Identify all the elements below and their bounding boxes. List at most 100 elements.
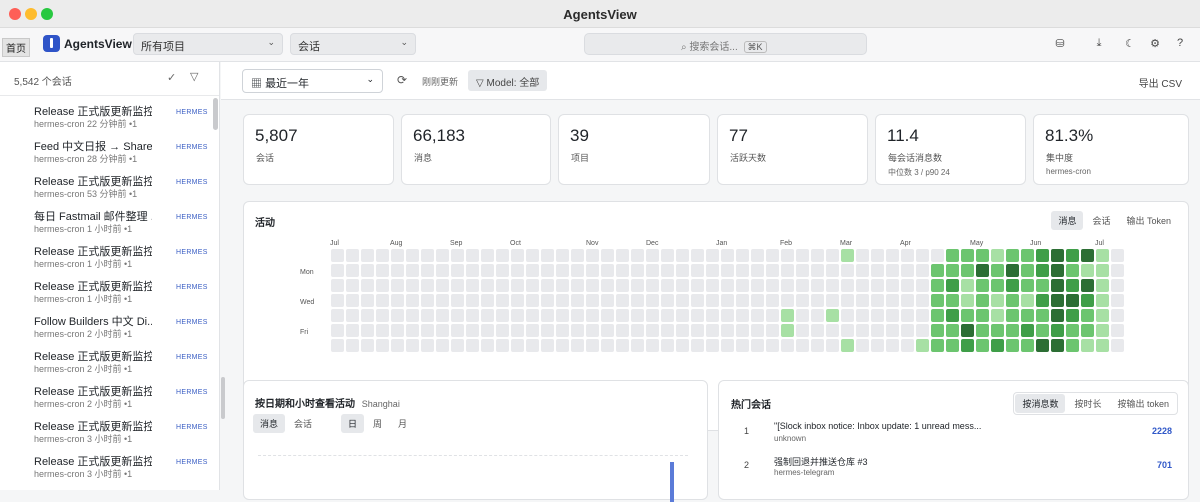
heatmap-cell[interactable] xyxy=(661,324,674,337)
heatmap-cell[interactable] xyxy=(661,264,674,277)
heatmap-cell[interactable] xyxy=(451,339,464,352)
heatmap-cell[interactable] xyxy=(841,324,854,337)
heatmap-cell[interactable] xyxy=(901,264,914,277)
heatmap-cell[interactable] xyxy=(691,279,704,292)
heatmap-cell[interactable] xyxy=(361,339,374,352)
heatmap-cell[interactable] xyxy=(421,324,434,337)
heatmap-cell[interactable] xyxy=(346,339,359,352)
heatmap-cell[interactable] xyxy=(1051,294,1064,307)
heatmap-cell[interactable] xyxy=(1081,279,1094,292)
heatmap-cell[interactable] xyxy=(781,279,794,292)
heatmap-cell[interactable] xyxy=(901,309,914,322)
heatmap-cell[interactable] xyxy=(541,339,554,352)
heatmap-cell[interactable] xyxy=(886,324,899,337)
heatmap-cell[interactable] xyxy=(571,279,584,292)
heatmap-cell[interactable] xyxy=(916,339,929,352)
heatmap-cell[interactable] xyxy=(391,309,404,322)
heatmap-cell[interactable] xyxy=(721,249,734,262)
filter-icon[interactable]: ▽ xyxy=(190,70,198,83)
heatmap-cell[interactable] xyxy=(376,324,389,337)
heatmap-cell[interactable] xyxy=(526,249,539,262)
heatmap-cell[interactable] xyxy=(1096,309,1109,322)
session-list-item[interactable]: Release 正式版更新监控... hermes-cron 2 小时前 •1 HE… xyxy=(0,341,219,376)
heatmap-cell[interactable] xyxy=(736,339,749,352)
heatmap-cell[interactable] xyxy=(1021,339,1034,352)
heatmap-cell[interactable] xyxy=(481,339,494,352)
heatmap-cell[interactable] xyxy=(1111,339,1124,352)
sidebar-scrollbar[interactable] xyxy=(213,98,218,130)
heatmap-cell[interactable] xyxy=(841,264,854,277)
heatmap-cell[interactable] xyxy=(451,249,464,262)
heatmap-cell[interactable] xyxy=(586,324,599,337)
heatmap-cell[interactable] xyxy=(946,309,959,322)
heatmap-cell[interactable] xyxy=(691,264,704,277)
heatmap-cell[interactable] xyxy=(1066,264,1079,277)
heatmap-cell[interactable] xyxy=(691,324,704,337)
session-list-item[interactable]: Release 正式版更新监控... hermes-cron 1 小时前 •1 HE… xyxy=(0,236,219,271)
heatmap-cell[interactable] xyxy=(1111,279,1124,292)
heatmap-cell[interactable] xyxy=(616,264,629,277)
heatmap-cell[interactable] xyxy=(601,279,614,292)
heatmap-cell[interactable] xyxy=(706,324,719,337)
heatmap-cell[interactable] xyxy=(421,264,434,277)
heatmap-cell[interactable] xyxy=(976,309,989,322)
heatmap-cell[interactable] xyxy=(466,279,479,292)
heatmap-cell[interactable] xyxy=(466,249,479,262)
check-icon[interactable]: ✓ xyxy=(167,71,176,84)
heatmap-cell[interactable] xyxy=(1081,339,1094,352)
heatmap-cell[interactable] xyxy=(511,279,524,292)
type-select[interactable]: 会话 ⌄ xyxy=(290,33,416,55)
heatmap-cell[interactable] xyxy=(856,279,869,292)
heatmap-cell[interactable] xyxy=(1066,279,1079,292)
heatmap-cell[interactable] xyxy=(856,264,869,277)
heatmap-cell[interactable] xyxy=(556,309,569,322)
session-list-item[interactable]: Feed 中文日报 → Share... hermes-cron 28 分钟前 •… xyxy=(0,131,219,166)
heatmap-cell[interactable] xyxy=(391,264,404,277)
heatmap-cell[interactable] xyxy=(556,294,569,307)
heatmap-cell[interactable] xyxy=(946,264,959,277)
heatmap-cell[interactable] xyxy=(496,309,509,322)
heatmap-cell[interactable] xyxy=(436,249,449,262)
heatmap-cell[interactable] xyxy=(781,309,794,322)
heatmap-cell[interactable] xyxy=(511,264,524,277)
main-scrollbar[interactable] xyxy=(221,377,225,419)
heatmap-cell[interactable] xyxy=(931,264,944,277)
heatmap-cell[interactable] xyxy=(856,249,869,262)
heatmap-cell[interactable] xyxy=(1096,324,1109,337)
heatmap-cell[interactable] xyxy=(886,279,899,292)
heatmap-cell[interactable] xyxy=(421,249,434,262)
hourly-metric-tab[interactable]: 消息 xyxy=(253,414,286,433)
app-brand[interactable]: AgentsView xyxy=(64,37,132,51)
heatmap-cell[interactable] xyxy=(766,294,779,307)
heatmap-cell[interactable] xyxy=(1081,324,1094,337)
heatmap-cell[interactable] xyxy=(946,294,959,307)
heatmap-cell[interactable] xyxy=(916,249,929,262)
heatmap-cell[interactable] xyxy=(586,249,599,262)
heatmap-cell[interactable] xyxy=(646,339,659,352)
heatmap-cell[interactable] xyxy=(766,339,779,352)
heatmap-cell[interactable] xyxy=(586,279,599,292)
heatmap-cell[interactable] xyxy=(976,249,989,262)
heatmap-cell[interactable] xyxy=(661,339,674,352)
heatmap-cell[interactable] xyxy=(751,279,764,292)
heatmap-cell[interactable] xyxy=(721,324,734,337)
heatmap-cell[interactable] xyxy=(481,324,494,337)
heatmap-cell[interactable] xyxy=(916,324,929,337)
heatmap-cell[interactable] xyxy=(751,294,764,307)
heatmap-cell[interactable] xyxy=(841,339,854,352)
heatmap-cell[interactable] xyxy=(766,264,779,277)
heatmap-cell[interactable] xyxy=(646,249,659,262)
session-list-item[interactable]: 每日 Fastmail 邮件整理 ... hermes-cron 1 小时前 •1… xyxy=(0,201,219,236)
session-list-item[interactable]: Follow Builders 中文 Di... hermes-cron 2 小时… xyxy=(0,306,219,341)
heatmap-cell[interactable] xyxy=(781,324,794,337)
heatmap-cell[interactable] xyxy=(811,249,824,262)
heatmap-cell[interactable] xyxy=(421,279,434,292)
heatmap-cell[interactable] xyxy=(901,339,914,352)
heatmap-cell[interactable] xyxy=(1021,279,1034,292)
heatmap-cell[interactable] xyxy=(691,294,704,307)
heatmap-cell[interactable] xyxy=(661,294,674,307)
heatmap-cell[interactable] xyxy=(871,279,884,292)
heatmap-cell[interactable] xyxy=(421,309,434,322)
heatmap-cell[interactable] xyxy=(871,294,884,307)
heatmap-cell[interactable] xyxy=(901,249,914,262)
